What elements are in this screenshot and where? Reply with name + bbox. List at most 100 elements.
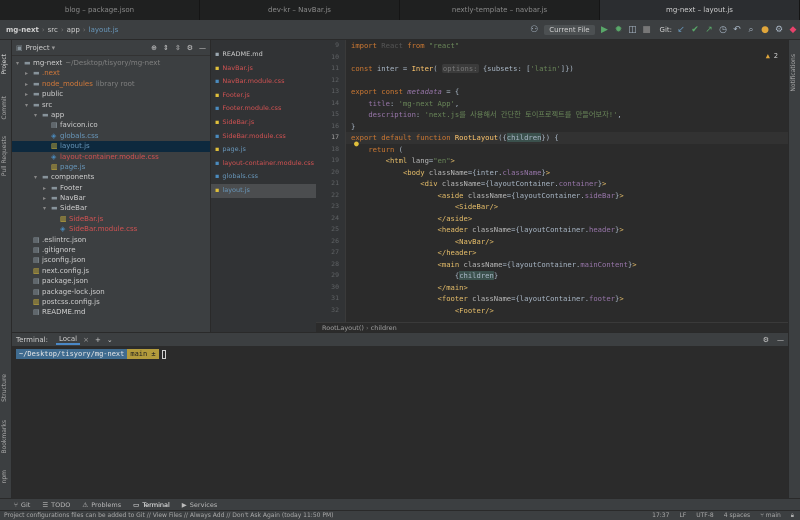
project-panel-title[interactable]: Project <box>26 44 50 52</box>
editor-breadcrumb-function[interactable]: RootLayout() <box>322 324 364 332</box>
tree-item[interactable]: ▥ SideBar.js <box>12 214 210 224</box>
file-encoding[interactable]: UTF-8 <box>696 511 714 520</box>
tree-item[interactable]: ▤ jsconfig.json <box>12 255 210 265</box>
line-separator[interactable]: LF <box>679 511 686 520</box>
breadcrumb-src[interactable]: src <box>45 26 61 34</box>
gear-icon[interactable]: ⚙ <box>187 44 193 52</box>
coverage-icon[interactable]: ◫ <box>626 25 640 35</box>
bottom-tab-terminal[interactable]: ▭ Terminal <box>133 501 170 509</box>
tree-item[interactable]: ▸ ▬ Footer <box>12 183 210 193</box>
search-icon[interactable]: ⌕ <box>744 25 758 35</box>
bottom-tab-problems[interactable]: ⚠ Problems <box>82 501 121 509</box>
git-update-icon[interactable]: ↙ <box>674 25 688 35</box>
window-tab[interactable]: nextly-template – navbar.js <box>400 0 600 20</box>
open-file-item[interactable]: ▪ globals.css <box>211 170 316 184</box>
tree-item[interactable]: ◈ globals.css <box>12 131 210 141</box>
close-tab-icon[interactable]: × <box>83 336 89 344</box>
history-icon[interactable]: ◷ <box>716 25 730 35</box>
tree-item[interactable]: ▤ package.json <box>12 276 210 286</box>
tree-item[interactable]: ◈ layout-container.module.css <box>12 152 210 162</box>
open-file-item[interactable]: ▪ NavBar.js <box>211 62 316 76</box>
tree-item[interactable]: ▤ .gitignore <box>12 245 210 255</box>
tree-item[interactable]: ▾ ▬ SideBar <box>12 203 210 213</box>
indent-setting[interactable]: 4 spaces <box>724 511 750 520</box>
tree-item[interactable]: ▸ ▬ public <box>12 89 210 99</box>
bottom-tab-git[interactable]: ⑂ Git <box>14 501 30 509</box>
tree-item[interactable]: ▾ ▬ src <box>12 100 210 110</box>
open-file-item[interactable]: ▪ Footer.js <box>211 89 316 103</box>
minimize-icon[interactable]: — <box>199 44 206 52</box>
debug-icon[interactable]: ✹ <box>612 25 626 35</box>
chevron-down-icon[interactable]: ▾ <box>52 44 56 52</box>
tree-item[interactable]: ▸ ▬ NavBar <box>12 193 210 203</box>
chevron-down-icon[interactable]: ⌄ <box>107 336 113 344</box>
expand-icon[interactable]: ⇳ <box>175 44 181 52</box>
open-file-item[interactable]: ▪ NavBar.module.css <box>211 75 316 89</box>
open-file-item[interactable]: ▪ page.js <box>211 143 316 157</box>
editor-breadcrumb-param[interactable]: children <box>371 324 397 332</box>
open-file-item[interactable]: ▪ README.md <box>211 48 316 62</box>
tool-pull-requests[interactable]: Pull Requests <box>1 136 8 176</box>
git-branch[interactable]: main <box>766 511 781 520</box>
open-file-item[interactable]: ▪ SideBar.js <box>211 116 316 130</box>
window-tab[interactable]: blog – package.json <box>0 0 200 20</box>
tree-item[interactable]: ▸ ▬ node_modules library root <box>12 79 210 89</box>
tool-commit[interactable]: Commit <box>1 96 8 120</box>
user-icon[interactable]: ⚇ <box>527 25 541 35</box>
window-tab[interactable]: dev-kr – NavBar.js <box>200 0 400 20</box>
js-file-icon: ▪ <box>215 145 220 154</box>
run-icon[interactable]: ▶ <box>598 25 612 35</box>
git-push-icon[interactable]: ↗ <box>702 25 716 35</box>
tree-item[interactable]: ▤ .eslintrc.json <box>12 235 210 245</box>
open-file-item[interactable]: ▪ layout.js <box>211 183 316 198</box>
locate-icon[interactable]: ⊕ <box>151 44 157 52</box>
window-tab[interactable]: mg-next – layout.js <box>600 0 800 20</box>
plugin-icon[interactable]: ● <box>758 25 772 35</box>
terminal-tab-local[interactable]: Local <box>55 335 81 345</box>
breadcrumb-project[interactable]: mg-next <box>0 26 42 34</box>
tool-structure[interactable]: Structure <box>1 374 8 402</box>
breadcrumb-file[interactable]: layout.js <box>86 26 122 34</box>
stop-icon[interactable]: ■ <box>640 25 654 35</box>
tool-project[interactable]: Project <box>1 54 8 75</box>
jetbrains-logo-icon[interactable]: ◆ <box>786 25 800 35</box>
cursor-position[interactable]: 17:37 <box>652 511 669 520</box>
tree-item[interactable]: ▾ ▬ app <box>12 110 210 120</box>
terminal-body[interactable]: ~/Desktop/tisyory/mg-next main ± <box>12 346 788 498</box>
tree-item[interactable]: ▥ layout.js <box>12 141 210 152</box>
open-file-item[interactable]: ▪ SideBar.module.css <box>211 130 316 144</box>
tool-npm[interactable]: npm <box>1 470 8 483</box>
tree-item[interactable]: ▤ package-lock.json <box>12 287 210 297</box>
status-message[interactable]: Project configurations files can be adde… <box>4 511 652 520</box>
warning-icon[interactable]: ▲ <box>766 52 770 60</box>
tree-item[interactable]: ▥ next.config.js <box>12 266 210 276</box>
line-number: 9 <box>335 41 339 49</box>
git-commit-icon[interactable]: ✔ <box>688 25 702 35</box>
tree-item[interactable]: ▤ README.md <box>12 307 210 317</box>
tree-item[interactable]: ▸ ▬ .next <box>12 68 210 78</box>
tree-item[interactable]: ▥ page.js <box>12 162 210 172</box>
intention-bulb-icon[interactable]: ● <box>354 139 359 148</box>
open-file-item[interactable]: ▪ layout-container.module.css <box>211 157 316 171</box>
tree-item[interactable]: ▾ ▬ components <box>12 172 210 182</box>
tree-item[interactable]: ▤ favicon.ico <box>12 120 210 130</box>
tree-item[interactable]: ◈ SideBar.module.css <box>12 224 210 234</box>
settings-icon[interactable]: ⚙ <box>772 25 786 35</box>
open-file-item[interactable]: ▪ Footer.module.css <box>211 102 316 116</box>
code-editor[interactable]: import React from "react" const inter = … <box>346 40 788 322</box>
code-line: import React from "react" <box>351 41 460 50</box>
run-config-select[interactable]: Current File <box>544 24 595 35</box>
lock-icon[interactable]: 🔒︎ <box>791 511 794 520</box>
breadcrumb-app[interactable]: app <box>64 26 83 34</box>
tree-item[interactable]: ▾ ▬ mg-next ~/Desktop/tisyory/mg-next <box>12 58 210 68</box>
gear-icon[interactable]: ⚙ <box>763 336 769 344</box>
rollback-icon[interactable]: ↶ <box>730 25 744 35</box>
collapse-all-icon[interactable]: ⇕ <box>163 44 169 52</box>
tool-notifications[interactable]: Notifications <box>790 54 797 92</box>
bottom-tab-services[interactable]: ▶ Services <box>182 501 217 509</box>
tool-bookmarks[interactable]: Bookmarks <box>1 420 8 454</box>
minimize-icon[interactable]: — <box>777 336 784 344</box>
bottom-tab-todo[interactable]: ☰ TODO <box>42 501 70 509</box>
tree-item[interactable]: ▥ postcss.config.js <box>12 297 210 307</box>
new-tab-icon[interactable]: + <box>95 336 101 344</box>
